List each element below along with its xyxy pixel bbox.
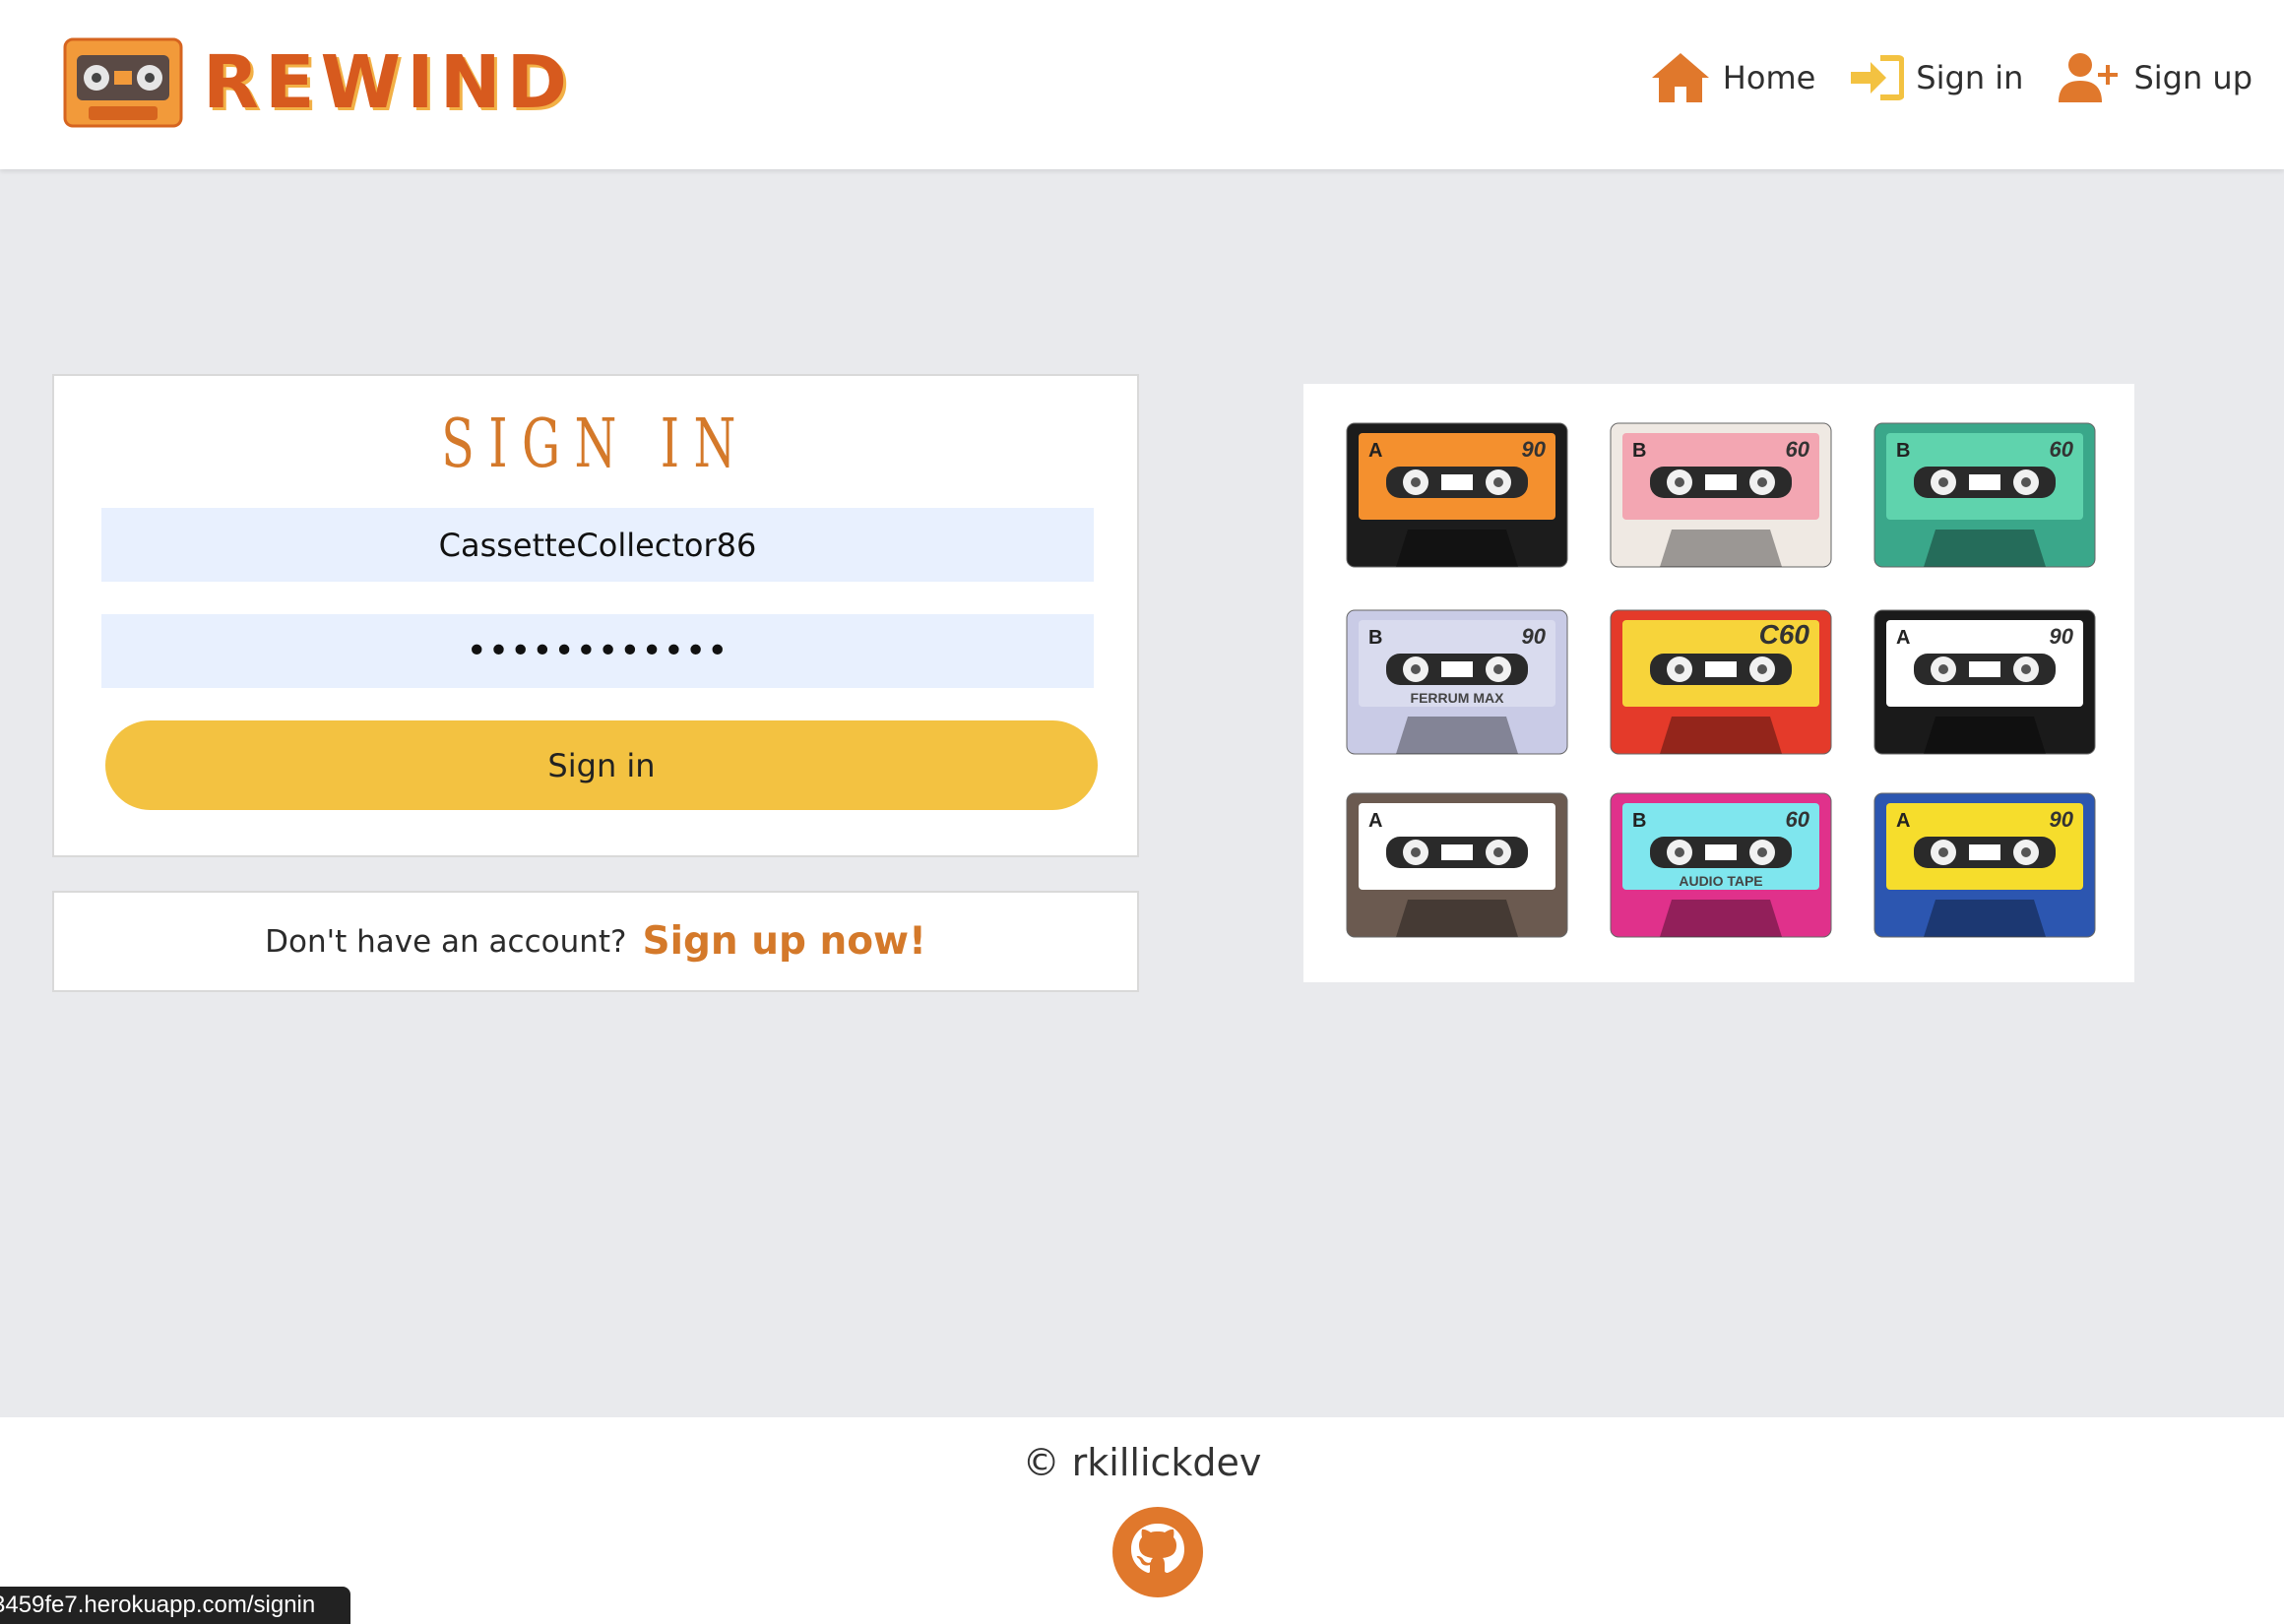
home-icon <box>1651 53 1709 102</box>
cassette-brand-label: AUDIO TAPE <box>1679 873 1762 889</box>
password-input[interactable] <box>101 614 1094 688</box>
cassette-tape: A 90 <box>1873 609 2096 755</box>
nav-sign-up-label: Sign up <box>2133 59 2252 96</box>
nav-sign-up[interactable]: Sign up <box>2057 51 2252 104</box>
cassette-tape: A 90 <box>1346 422 1568 568</box>
nav-sign-in-label: Sign in <box>1916 59 2024 96</box>
cassette-brand-label: FERRUM MAX <box>1411 690 1505 706</box>
cassette-tape: A 90 <box>1873 792 2096 938</box>
cassette-side-label: B <box>1896 440 1910 462</box>
cassette-grid: A 90 B 60 B 60 B 90 FERRUM MAX C60 A 90 A B 60 AUDIO TA… <box>1346 422 2096 938</box>
sign-in-form: SIGN IN Sign in <box>52 374 1139 857</box>
cassette-tape: B 90 FERRUM MAX <box>1346 609 1568 755</box>
cassette-number-label: 90 <box>1522 624 1547 649</box>
brand-logo[interactable]: REWIND <box>63 37 573 128</box>
cassette-tape: B 60 <box>1610 422 1832 568</box>
cassette-side-label: A <box>1896 627 1910 649</box>
cassette-number-label: 90 <box>2050 624 2074 649</box>
cassette-number-label: 90 <box>1522 437 1547 462</box>
main-nav: Home Sign in Sign up <box>1617 51 2252 104</box>
copyright-text: © rkillickdev <box>1022 1441 1262 1484</box>
github-link[interactable] <box>1111 1506 1204 1602</box>
cassette-tape: B 60 <box>1873 422 2096 568</box>
brand-name: REWIND <box>203 40 574 125</box>
status-bar-url: 3459fe7.herokuapp.com/signin <box>0 1587 350 1624</box>
cassette-tape: C60 <box>1610 609 1832 755</box>
cassette-tape: B 60 AUDIO TAPE <box>1610 792 1832 938</box>
cassette-tape: A <box>1346 792 1568 938</box>
top-navbar: REWIND Home Sign in Sign up <box>0 0 2284 169</box>
cassette-side-label: B <box>1632 440 1646 462</box>
cassette-side-label: B <box>1632 810 1646 832</box>
cassette-side-label: A <box>1896 810 1910 832</box>
cassette-collage-image: A 90 B 60 B 60 B 90 FERRUM MAX C60 A 90 A B 60 AUDIO TA… <box>1303 384 2134 982</box>
nav-sign-in[interactable]: Sign in <box>1849 54 2023 101</box>
cassette-number-label: 60 <box>1786 437 1810 462</box>
cassette-side-label: A <box>1368 440 1382 462</box>
cassette-number-label: 60 <box>1786 807 1810 832</box>
page-title: SIGN IN <box>441 406 750 483</box>
cassette-number-label: C60 <box>1759 619 1810 650</box>
cassette-side-label: A <box>1368 810 1382 832</box>
nav-home-label: Home <box>1722 59 1816 96</box>
sign-up-prompt: Don't have an account? Sign up now! <box>52 891 1139 992</box>
cassette-number-label: 90 <box>2050 807 2074 832</box>
username-input[interactable] <box>101 508 1094 582</box>
sign-in-icon <box>1851 55 1905 100</box>
cassette-side-label: B <box>1368 627 1382 649</box>
cassette-number-label: 60 <box>2050 437 2074 462</box>
sign-up-link[interactable]: Sign up now! <box>643 919 926 964</box>
github-icon <box>1112 1507 1203 1597</box>
cassette-logo-icon <box>63 37 183 128</box>
user-plus-icon <box>2059 53 2119 102</box>
nav-home[interactable]: Home <box>1650 51 1816 104</box>
sign-in-button[interactable]: Sign in <box>105 720 1098 810</box>
sign-up-question: Don't have an account? <box>265 923 627 960</box>
